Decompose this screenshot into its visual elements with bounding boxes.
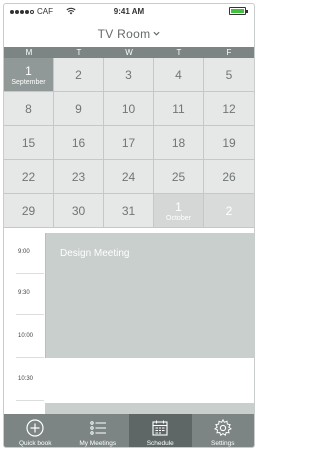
calendar-day[interactable]: 1 October (154, 194, 204, 228)
day-number: 15 (21, 135, 36, 150)
day-number: 3 (125, 67, 132, 82)
room-selector[interactable]: TV Room (4, 21, 254, 46)
time-label: 9:30 (18, 290, 30, 296)
time-divider (16, 400, 44, 401)
day-number: 5 (225, 67, 233, 82)
day-number: 25 (171, 169, 186, 184)
tab-label: Schedule (146, 440, 174, 447)
day-number: 2 (75, 67, 82, 82)
day-number: 26 (222, 169, 236, 184)
calendar-day[interactable]: 22 (4, 160, 54, 194)
calendar-day[interactable]: 8 (4, 92, 54, 126)
room-title: TV Room (97, 26, 151, 41)
tab-label: Settings (211, 440, 235, 447)
weekday-label: M (25, 48, 33, 57)
time-divider (16, 273, 44, 274)
day-number: 18 (171, 135, 186, 150)
event-title: Design Meeting (60, 248, 130, 259)
calendar-day[interactable]: 17 (104, 126, 154, 160)
calendar-day[interactable]: 1 September (4, 58, 54, 92)
list-icon (90, 421, 106, 435)
next-event-block[interactable] (45, 403, 254, 414)
time-column: 9:00 9:30 10:00 10:30 (4, 233, 45, 414)
event-block[interactable]: Design Meeting (45, 233, 254, 358)
weekday-label: W (125, 48, 133, 57)
tab-bar: Quick book My Meetings Schedule Settings (4, 414, 255, 447)
battery-icon (229, 7, 248, 15)
calendar-day[interactable]: 31 (104, 194, 154, 228)
month-label: September (11, 78, 46, 86)
month-label: October (166, 214, 191, 222)
day-number: 10 (121, 101, 136, 116)
day-number: 30 (71, 203, 86, 218)
calendar-icon (152, 420, 168, 436)
weekday-header: MTWTF (4, 47, 254, 58)
calendar-day[interactable]: 2 (54, 58, 104, 92)
calendar-day[interactable]: 11 (154, 92, 204, 126)
calendar-day[interactable]: 4 (154, 58, 204, 92)
day-number: 23 (71, 169, 86, 184)
day-number: 24 (121, 169, 136, 184)
calendar-day[interactable]: 2 (204, 194, 254, 228)
time-label: 10:30 (18, 376, 34, 382)
time-divider (16, 357, 44, 358)
calendar-day[interactable]: 3 (104, 58, 154, 92)
time-label: 9:00 (18, 249, 30, 255)
day-number: 17 (121, 135, 136, 150)
day-number: 19 (222, 135, 236, 150)
tab-my-meetings[interactable]: My Meetings (67, 414, 130, 447)
time-label: 10:00 (18, 333, 34, 339)
tab-quick-book[interactable]: Quick book (4, 414, 67, 447)
day-number: 12 (222, 101, 236, 116)
calendar-grid: 1 September 2 3 4 5 8 9 10 11 12 15 16 17 18 19 22 23 24 25… (4, 58, 254, 228)
weekday-label: T (76, 48, 82, 57)
day-number: 2 (225, 203, 233, 218)
status-bar: CAF 9:41 AM (4, 4, 254, 20)
plus-circle-icon (26, 419, 44, 437)
day-number: 8 (25, 101, 32, 116)
calendar-day[interactable]: 30 (54, 194, 104, 228)
calendar-day[interactable]: 25 (154, 160, 204, 194)
tab-schedule[interactable]: Schedule (129, 414, 192, 447)
calendar-day[interactable]: 23 (54, 160, 104, 194)
day-number: 9 (75, 101, 82, 116)
calendar-day[interactable]: 16 (54, 126, 104, 160)
status-time: 9:41 AM (113, 7, 145, 16)
day-number: 16 (71, 135, 86, 150)
battery-level (231, 9, 244, 13)
chevron-down-icon (153, 31, 160, 36)
weekday-label: F (226, 48, 232, 57)
calendar-day[interactable]: 5 (204, 58, 254, 92)
tab-label: Quick book (18, 440, 52, 447)
calendar-day[interactable]: 26 (204, 160, 254, 194)
calendar-day[interactable]: 19 (204, 126, 254, 160)
day-schedule: 9:00 9:30 10:00 10:30 Design Meeting (4, 233, 254, 414)
calendar-day[interactable]: 24 (104, 160, 154, 194)
day-number: 11 (172, 101, 185, 116)
weekday-label: T (176, 48, 182, 57)
calendar-day[interactable]: 12 (204, 92, 254, 126)
day-number: 29 (21, 203, 36, 218)
day-number: 1 (25, 63, 32, 78)
calendar-day[interactable]: 10 (104, 92, 154, 126)
calendar-day[interactable]: 18 (154, 126, 204, 160)
day-number: 22 (21, 169, 36, 184)
calendar-day[interactable]: 29 (4, 194, 54, 228)
tab-settings[interactable]: Settings (192, 414, 255, 447)
calendar-day[interactable]: 9 (54, 92, 104, 126)
calendar-day[interactable]: 15 (4, 126, 54, 160)
tab-label: My Meetings (79, 440, 117, 447)
day-number: 4 (175, 67, 182, 82)
gear-icon (213, 418, 232, 436)
day-number: 1 (175, 199, 182, 214)
time-divider (16, 314, 44, 315)
app-screen: CAF 9:41 AM TV Room MTWTF 1 September 2 3 4 5… (3, 3, 255, 448)
day-number: 31 (121, 203, 136, 218)
